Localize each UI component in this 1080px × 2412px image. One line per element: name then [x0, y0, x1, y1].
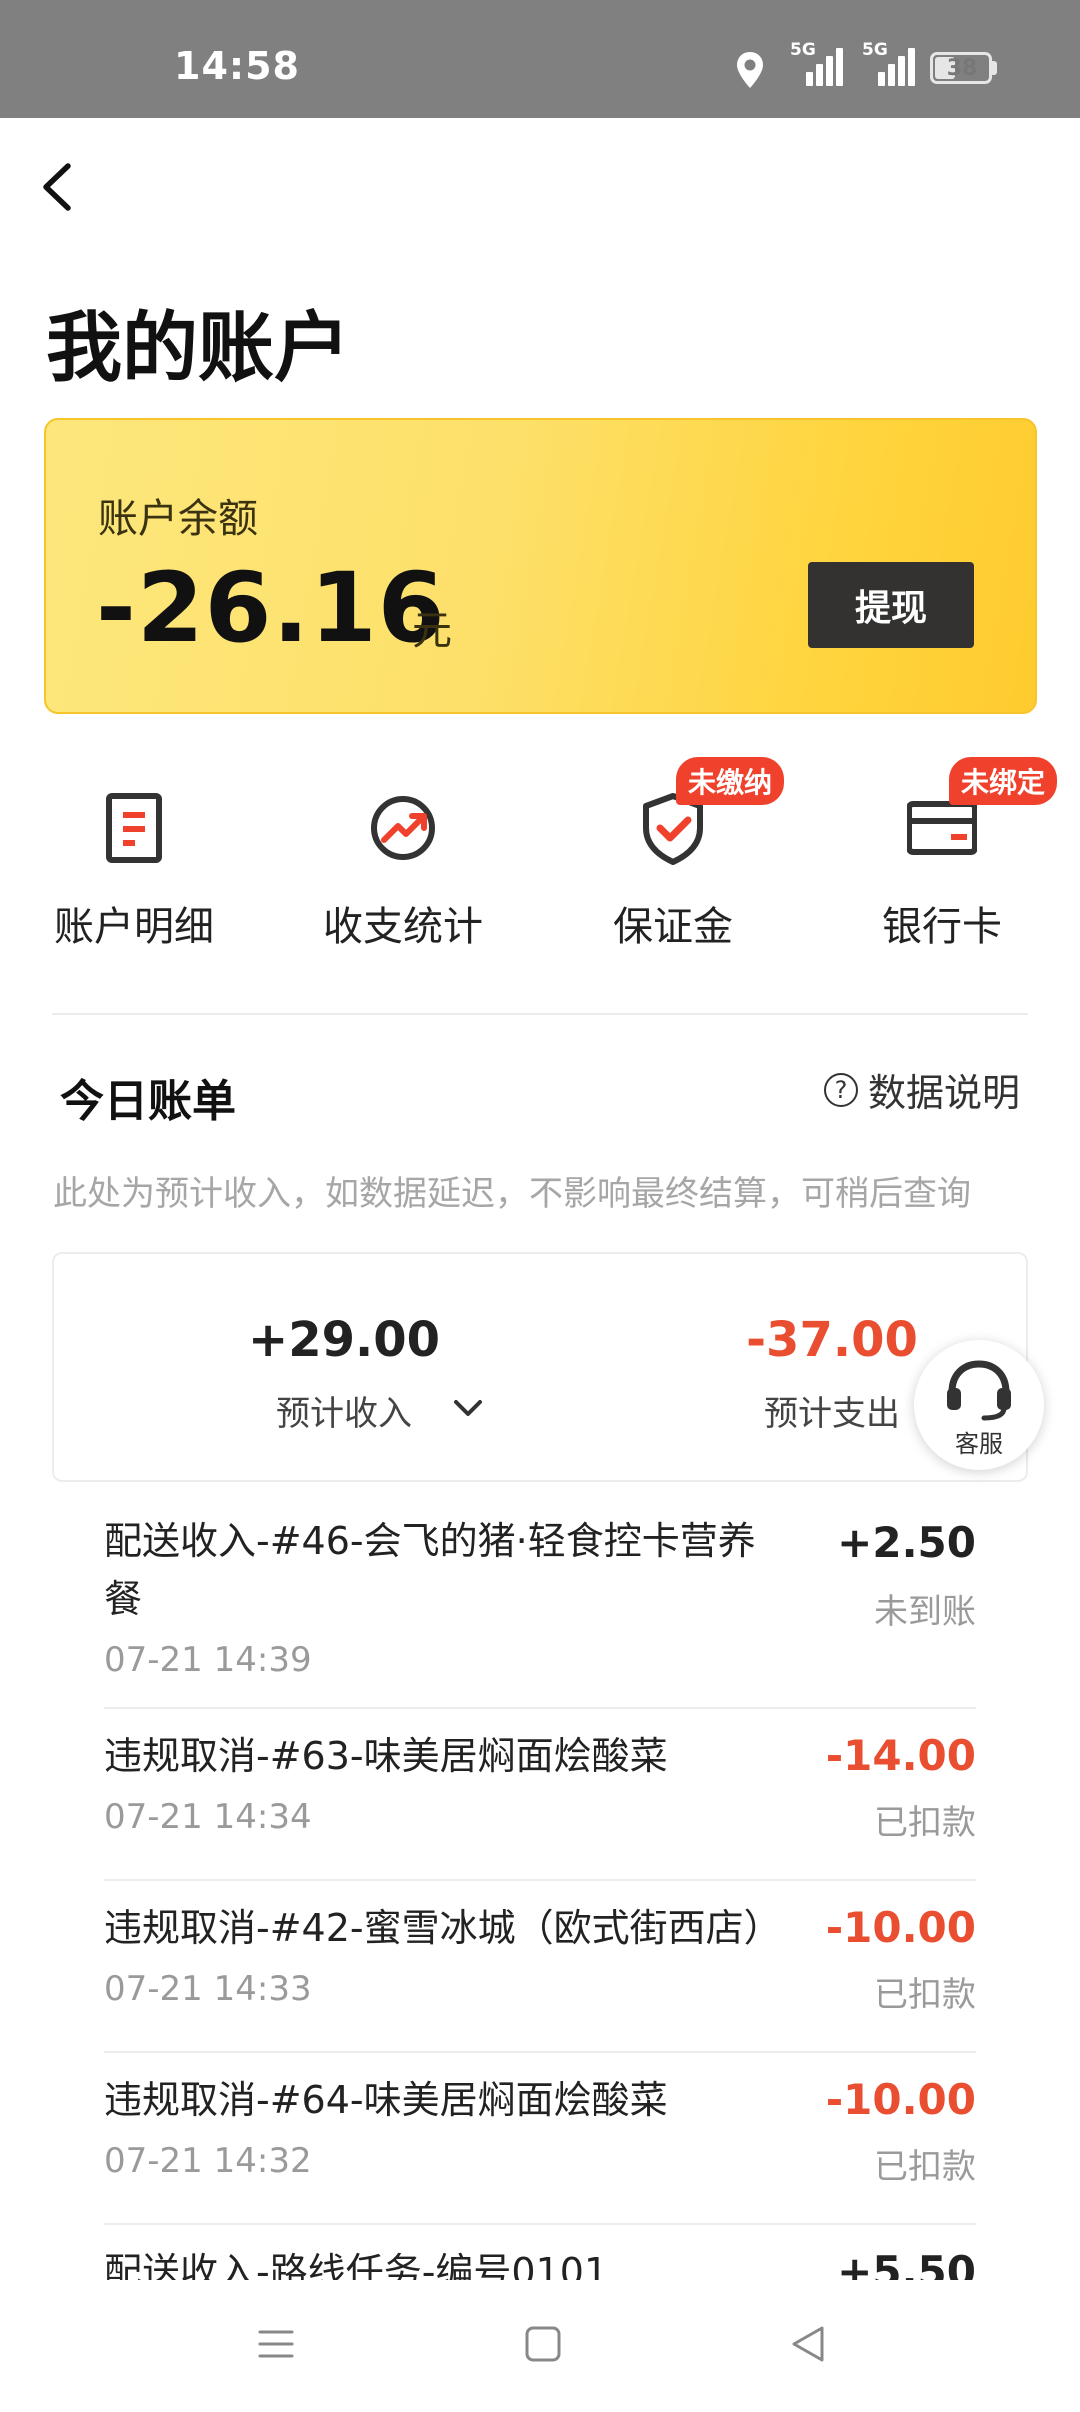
divider [52, 1013, 1028, 1015]
transaction-amount: +5.50 [837, 2247, 976, 2280]
data-explain-label: 数据说明 [868, 1071, 1021, 1115]
status-bar: 14:58 5G 5G 38 [0, 0, 1080, 118]
quick-action-label: 保证金 [613, 904, 733, 950]
transaction-row[interactable]: 违规取消-#63-味美居焖面烩酸菜 07-21 14:34 -14.00 已扣款 [104, 1709, 976, 1881]
transaction-list: 配送收入-#46-会飞的猪·轻食控卡营养 餐 07-21 14:39 +2.50… [104, 1500, 976, 2280]
transaction-amount: -10.00 [825, 2075, 976, 2124]
expected-income-label: 预计收入 [276, 1394, 412, 1434]
document-icon [106, 793, 162, 863]
balance-unit: 元 [412, 608, 452, 654]
data-explain-link[interactable]: ? 数据说明 [824, 1062, 1020, 1117]
quick-action-label: 银行卡 [882, 904, 1002, 950]
transaction-desc: 违规取消-#64-味美居焖面烩酸菜 [104, 2078, 668, 2122]
chevron-down-icon[interactable] [450, 1394, 486, 1422]
location-icon [737, 52, 763, 88]
question-icon: ? [824, 1072, 858, 1107]
balance-card: 账户余额 -26.16 元 提现 [44, 418, 1037, 714]
transaction-desc: 配送收入-#46-会飞的猪·轻食控卡营养 餐 [104, 1519, 756, 1621]
page-title: 我的账户 [46, 303, 350, 392]
transaction-status: 已扣款 [874, 1803, 976, 1843]
transaction-amount: -10.00 [825, 1903, 976, 1952]
transaction-row[interactable]: 配送收入-#46-会飞的猪·轻食控卡营养 餐 07-21 14:39 +2.50… [104, 1500, 976, 1709]
back-triangle-icon[interactable] [788, 2324, 828, 2364]
estimate-note: 此处为预计收入，如数据延迟，不影响最终结算，可稍后查询 [53, 1174, 971, 1214]
transaction-amount: -14.00 [825, 1731, 976, 1780]
menu-icon[interactable] [256, 2324, 296, 2364]
quick-action-account-details[interactable]: 账户明细 [29, 776, 239, 950]
transaction-row[interactable]: 违规取消-#42-蜜雪冰城（欧式街西店） 07-21 14:33 -10.00 … [104, 1881, 976, 2053]
transaction-row[interactable]: 违规取消-#64-味美居焖面烩酸菜 07-21 14:32 -10.00 已扣款 [104, 2053, 976, 2225]
transaction-time: 07-21 14:33 [104, 1969, 312, 2009]
home-square-icon[interactable] [523, 2324, 563, 2364]
transaction-status: 已扣款 [874, 1975, 976, 2015]
transaction-status: 未到账 [874, 1592, 976, 1632]
headset-icon [947, 1360, 1011, 1421]
expected-income-value: +29.00 [247, 1312, 441, 1368]
transaction-desc: 违规取消-#63-味美居焖面烩酸菜 [104, 1734, 668, 1778]
signal-icon-2: 5G [862, 40, 922, 86]
system-nav-bar [0, 2280, 1080, 2412]
back-arrow-icon[interactable] [34, 158, 82, 216]
transaction-desc: 违规取消-#42-蜜雪冰城（欧式街西店） [104, 1906, 782, 1950]
trend-chart-icon [371, 796, 435, 860]
customer-service-button[interactable]: 客服 [914, 1340, 1044, 1470]
summary-box: +29.00 预计收入 -37.00 预计支出 [52, 1252, 1028, 1482]
status-time: 14:58 [174, 44, 300, 88]
today-bill-title: 今日账单 [60, 1076, 236, 1127]
quick-action-statistics[interactable]: 收支统计 [298, 776, 508, 950]
withdraw-button[interactable]: 提现 [808, 562, 974, 648]
transaction-status: 已扣款 [874, 2147, 976, 2187]
bank-card-badge: 未绑定 [949, 757, 1058, 805]
quick-action-label: 账户明细 [54, 904, 214, 950]
balance-label: 账户余额 [98, 496, 258, 542]
deposit-badge: 未缴纳 [676, 757, 785, 805]
customer-service-label: 客服 [955, 1430, 1003, 1458]
battery-cap [992, 61, 997, 75]
transaction-desc: 配送收入-路线任务-编号0101 [104, 2250, 609, 2280]
transaction-amount: +2.50 [837, 1518, 976, 1567]
transaction-time: 07-21 14:32 [104, 2141, 312, 2181]
balance-value: -26.16 [96, 552, 446, 664]
signal-icon-1: 5G [790, 40, 850, 86]
quick-action-label: 收支统计 [323, 904, 483, 950]
battery-icon: 38 [930, 52, 992, 84]
transaction-time: 07-21 14:34 [104, 1797, 312, 1837]
transaction-time: 07-21 14:39 [104, 1640, 312, 1680]
expected-expense-value: -37.00 [746, 1312, 918, 1368]
transaction-row[interactable]: 配送收入-路线任务-编号0101 +5.50 [104, 2225, 976, 2280]
